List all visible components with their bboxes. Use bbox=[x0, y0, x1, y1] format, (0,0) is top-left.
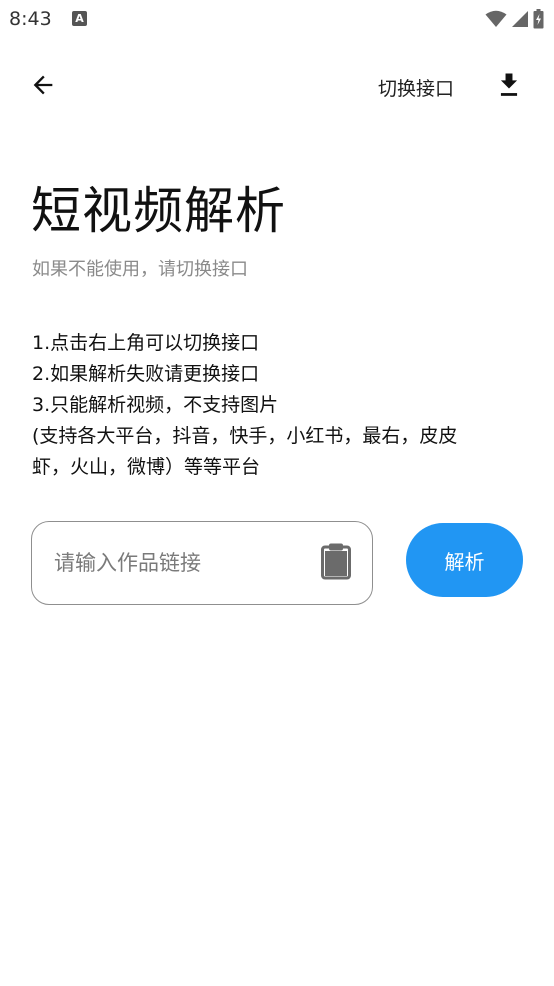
cell-signal-icon bbox=[511, 10, 529, 28]
download-icon bbox=[495, 70, 523, 104]
battery-charging-icon bbox=[533, 9, 544, 29]
instruction-line: (支持各大平台，抖音，快手，小红书，最右，皮皮 bbox=[32, 425, 458, 447]
instruction-line: 2.如果解析失败请更换接口 bbox=[32, 363, 260, 385]
notification-icon: A bbox=[72, 11, 87, 26]
link-field bbox=[31, 521, 373, 605]
status-bar: 8:43 A bbox=[0, 0, 554, 40]
switch-api-button[interactable]: 切换接口 bbox=[378, 74, 454, 101]
paste-button[interactable] bbox=[318, 543, 354, 583]
page-subtitle: 如果不能使用，请切换接口 bbox=[32, 259, 248, 280]
status-time: 8:43 bbox=[9, 8, 52, 30]
instruction-line: 1.点击右上角可以切换接口 bbox=[32, 332, 260, 354]
app-bar: 切换接口 bbox=[0, 56, 554, 118]
arrow-left-icon bbox=[29, 71, 57, 103]
download-button[interactable] bbox=[492, 70, 526, 104]
clipboard-icon bbox=[320, 542, 352, 584]
back-button[interactable] bbox=[26, 70, 60, 104]
instruction-line: 虾，火山，微博）等等平台 bbox=[32, 456, 261, 478]
status-icons bbox=[485, 8, 544, 30]
screen: 8:43 A 切换接口 短视频解析 如果不能使用，请切换接口 1.点击右上角可以… bbox=[0, 0, 554, 986]
instructions: 1.点击右上角可以切换接口 2.如果解析失败请更换接口 3.只能解析视频，不支持… bbox=[32, 328, 532, 483]
parse-button[interactable]: 解析 bbox=[406, 523, 523, 597]
instruction-line: 3.只能解析视频，不支持图片 bbox=[32, 394, 279, 416]
link-input[interactable] bbox=[54, 522, 304, 603]
wifi-icon bbox=[485, 10, 507, 28]
page-title: 短视频解析 bbox=[31, 182, 286, 240]
